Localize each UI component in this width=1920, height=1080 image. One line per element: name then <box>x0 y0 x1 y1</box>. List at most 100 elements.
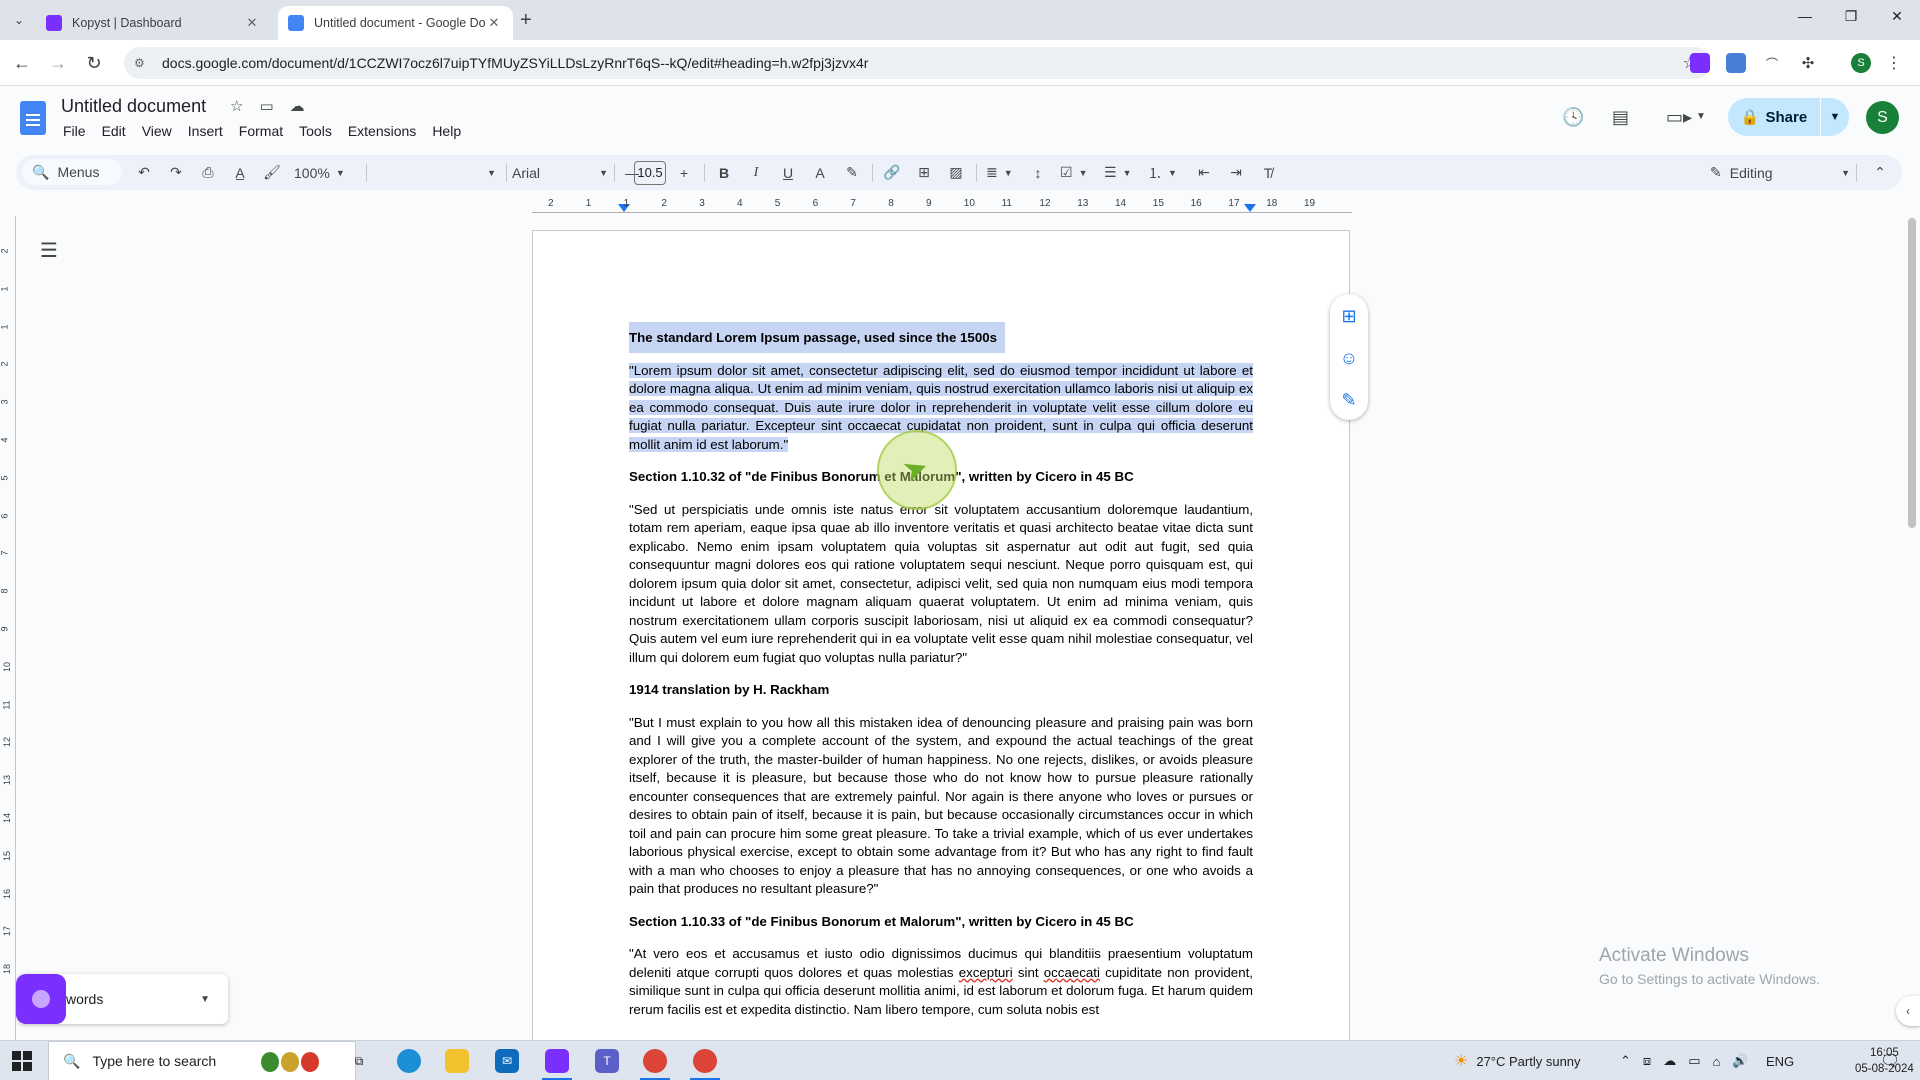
misspelled-word[interactable]: occaecati <box>1044 965 1100 980</box>
vertical-ruler[interactable]: 2 1 1 2 3 4 5 6 7 8 9 10 11 12 13 14 15 16 17 18 <box>0 216 16 1040</box>
suggest-edits-icon[interactable]: ✎ <box>1330 380 1368 420</box>
docs-extension-icon[interactable] <box>1726 53 1746 73</box>
heading-section-1-10-33[interactable]: Section 1.10.33 of "de Finibus Bonorum e… <box>629 913 1253 932</box>
print-button[interactable]: ⎙ <box>196 155 220 190</box>
onedrive-icon[interactable]: ☁ <box>1663 1053 1676 1069</box>
font-select[interactable]: Arial ▼ <box>512 155 608 190</box>
volume-icon[interactable]: 🔊 <box>1732 1053 1748 1069</box>
add-comment-button[interactable]: ⊞ <box>912 155 936 190</box>
italic-button[interactable]: I <box>744 155 768 190</box>
close-window-button[interactable]: ✕ <box>1882 8 1912 25</box>
battery-icon[interactable]: ▭ <box>1688 1053 1700 1069</box>
horizontal-ruler[interactable]: 2 1 1 2 3 4 5 6 7 8 9 10 11 12 13 14 15 16 17 18 19 <box>532 198 1352 214</box>
decrease-indent-button[interactable]: ⇤ <box>1192 155 1216 190</box>
numbered-list-select[interactable]: ⒈ ▼ <box>1148 155 1177 190</box>
chevron-up-icon[interactable]: ⌃ <box>1620 1053 1631 1069</box>
more-vertical-icon[interactable]: ⋮ <box>1884 53 1904 73</box>
teams-tray-icon[interactable]: ⧈ <box>1643 1053 1651 1069</box>
tab-google-docs[interactable]: Untitled document - Google Docs ✕ <box>278 6 513 40</box>
document-body[interactable]: The standard Lorem Ipsum passage, used s… <box>629 322 1253 1033</box>
heading-1914-translation[interactable]: 1914 translation by H. Rackham <box>629 681 1253 700</box>
tab-search-button[interactable]: ⌄ <box>6 8 32 32</box>
restore-button[interactable]: ❐ <box>1836 8 1866 25</box>
line-spacing-button[interactable]: ↕ <box>1026 155 1050 190</box>
share-button[interactable]: 🔒 Share <box>1728 98 1820 136</box>
taskbar-search[interactable]: 🔍 Type here to search <box>48 1041 356 1080</box>
url-text[interactable]: docs.google.com/document/d/1CCZWI7ocz6l7… <box>162 55 1683 71</box>
mail-app[interactable]: ✉ <box>484 1041 530 1080</box>
increase-font-size-button[interactable]: + <box>672 155 696 190</box>
kopyst-extension-icon[interactable] <box>1690 53 1710 73</box>
menu-help[interactable]: Help <box>424 123 469 139</box>
menu-extensions[interactable]: Extensions <box>340 123 424 139</box>
weather-widget[interactable]: ☀ 27°C Partly sunny <box>1454 1041 1581 1080</box>
star-icon[interactable]: ☆ <box>230 97 243 115</box>
bold-button[interactable]: B <box>712 155 736 190</box>
version-history-icon[interactable]: 🕓 <box>1562 107 1584 128</box>
back-button[interactable]: ← <box>10 52 34 74</box>
vertical-scrollbar-thumb[interactable] <box>1908 218 1916 528</box>
language-indicator[interactable]: ENG <box>1766 1041 1794 1080</box>
font-size-input[interactable]: 10.5 <box>634 160 666 185</box>
text-color-button[interactable]: A <box>808 155 832 190</box>
underline-button[interactable]: U <box>776 155 800 190</box>
forward-button[interactable]: → <box>46 52 70 74</box>
file-explorer-app[interactable] <box>434 1041 480 1080</box>
document-title[interactable]: Untitled document <box>61 96 206 117</box>
kopyst-app[interactable] <box>534 1041 580 1080</box>
cloud-saved-icon[interactable]: ☁ <box>290 97 305 115</box>
chrome-app-2[interactable] <box>682 1041 728 1080</box>
site-info-icon[interactable]: ⚙ <box>134 56 152 70</box>
browser-profile-avatar[interactable]: S <box>1851 53 1871 73</box>
task-view-button[interactable]: ⧉ <box>336 1041 382 1080</box>
hide-menus-button[interactable]: ⌃ <box>1868 155 1892 190</box>
meet-video-icon[interactable]: ▭▸ <box>1666 107 1692 128</box>
heading-standard-passage[interactable]: The standard Lorem Ipsum passage, used s… <box>629 322 1006 353</box>
kopyst-recorder-bubble[interactable] <box>16 974 66 1024</box>
highlight-button[interactable]: ✎ <box>840 155 864 190</box>
checklist-select[interactable]: ☑ ▼ <box>1060 155 1087 190</box>
spellcheck-button[interactable]: A̲ <box>228 155 252 190</box>
paragraph-at-vero[interactable]: "At vero eos et accusamus et iusto odio … <box>629 945 1253 1019</box>
editing-mode-select[interactable]: ✎ Editing ▼ <box>1710 155 1850 190</box>
misspelled-word[interactable]: excepturi <box>959 965 1013 980</box>
insert-link-button[interactable]: 🔗 <box>880 155 904 190</box>
start-button[interactable] <box>12 1051 32 1071</box>
paragraph-but-i-must[interactable]: "But I must explain to you how all this … <box>629 714 1253 899</box>
increase-indent-button[interactable]: ⇥ <box>1224 155 1248 190</box>
document-page[interactable]: The standard Lorem Ipsum passage, used s… <box>532 230 1350 1040</box>
align-select[interactable]: ≣ ▼ <box>986 155 1013 190</box>
menu-edit[interactable]: Edit <box>94 123 134 139</box>
reload-button[interactable]: ↻ <box>82 52 106 74</box>
style-select[interactable]: ▼ <box>376 155 496 190</box>
right-indent-marker[interactable] <box>1244 204 1256 212</box>
minimize-button[interactable]: — <box>1790 8 1820 24</box>
clear-formatting-button[interactable]: T̸ <box>1256 155 1280 190</box>
network-icon[interactable]: ⌂ <box>1712 1054 1720 1069</box>
bulleted-list-select[interactable]: ☰ ▼ <box>1104 155 1131 190</box>
menu-view[interactable]: View <box>134 123 180 139</box>
address-bar[interactable]: ⚙ docs.google.com/document/d/1CCZWI7ocz6… <box>124 47 1711 79</box>
meet-dropdown-icon[interactable]: ▼ <box>1696 111 1706 122</box>
menu-file[interactable]: File <box>55 123 94 139</box>
teams-app[interactable]: T <box>584 1041 630 1080</box>
paint-format-button[interactable]: 🖌 <box>260 155 284 190</box>
expand-side-panel-button[interactable]: ‹ <box>1896 996 1920 1026</box>
chrome-app-1[interactable] <box>632 1041 678 1080</box>
menu-tools[interactable]: Tools <box>291 123 340 139</box>
menus-search[interactable]: 🔍 Menus <box>22 159 122 185</box>
caret-down-icon[interactable]: ▼ <box>200 994 210 1005</box>
redo-button[interactable]: ↷ <box>164 155 188 190</box>
add-comment-icon[interactable]: ⊞ <box>1330 296 1368 336</box>
tab-kopyst-dashboard[interactable]: Kopyst | Dashboard ✕ <box>36 6 271 40</box>
share-dropdown-button[interactable]: ▼ <box>1821 98 1849 136</box>
new-tab-button[interactable]: + <box>520 10 532 30</box>
menu-insert[interactable]: Insert <box>180 123 231 139</box>
close-icon[interactable]: ✕ <box>485 15 503 31</box>
menu-format[interactable]: Format <box>231 123 291 139</box>
move-folder-icon[interactable]: ▭ <box>259 97 273 115</box>
emoji-reaction-icon[interactable]: ☺ <box>1330 338 1368 378</box>
insert-image-button[interactable]: ▨ <box>944 155 968 190</box>
paragraph-sed-ut[interactable]: "Sed ut perspiciatis unde omnis iste nat… <box>629 501 1253 668</box>
arc-extension-icon[interactable]: ⌒ <box>1762 53 1782 73</box>
